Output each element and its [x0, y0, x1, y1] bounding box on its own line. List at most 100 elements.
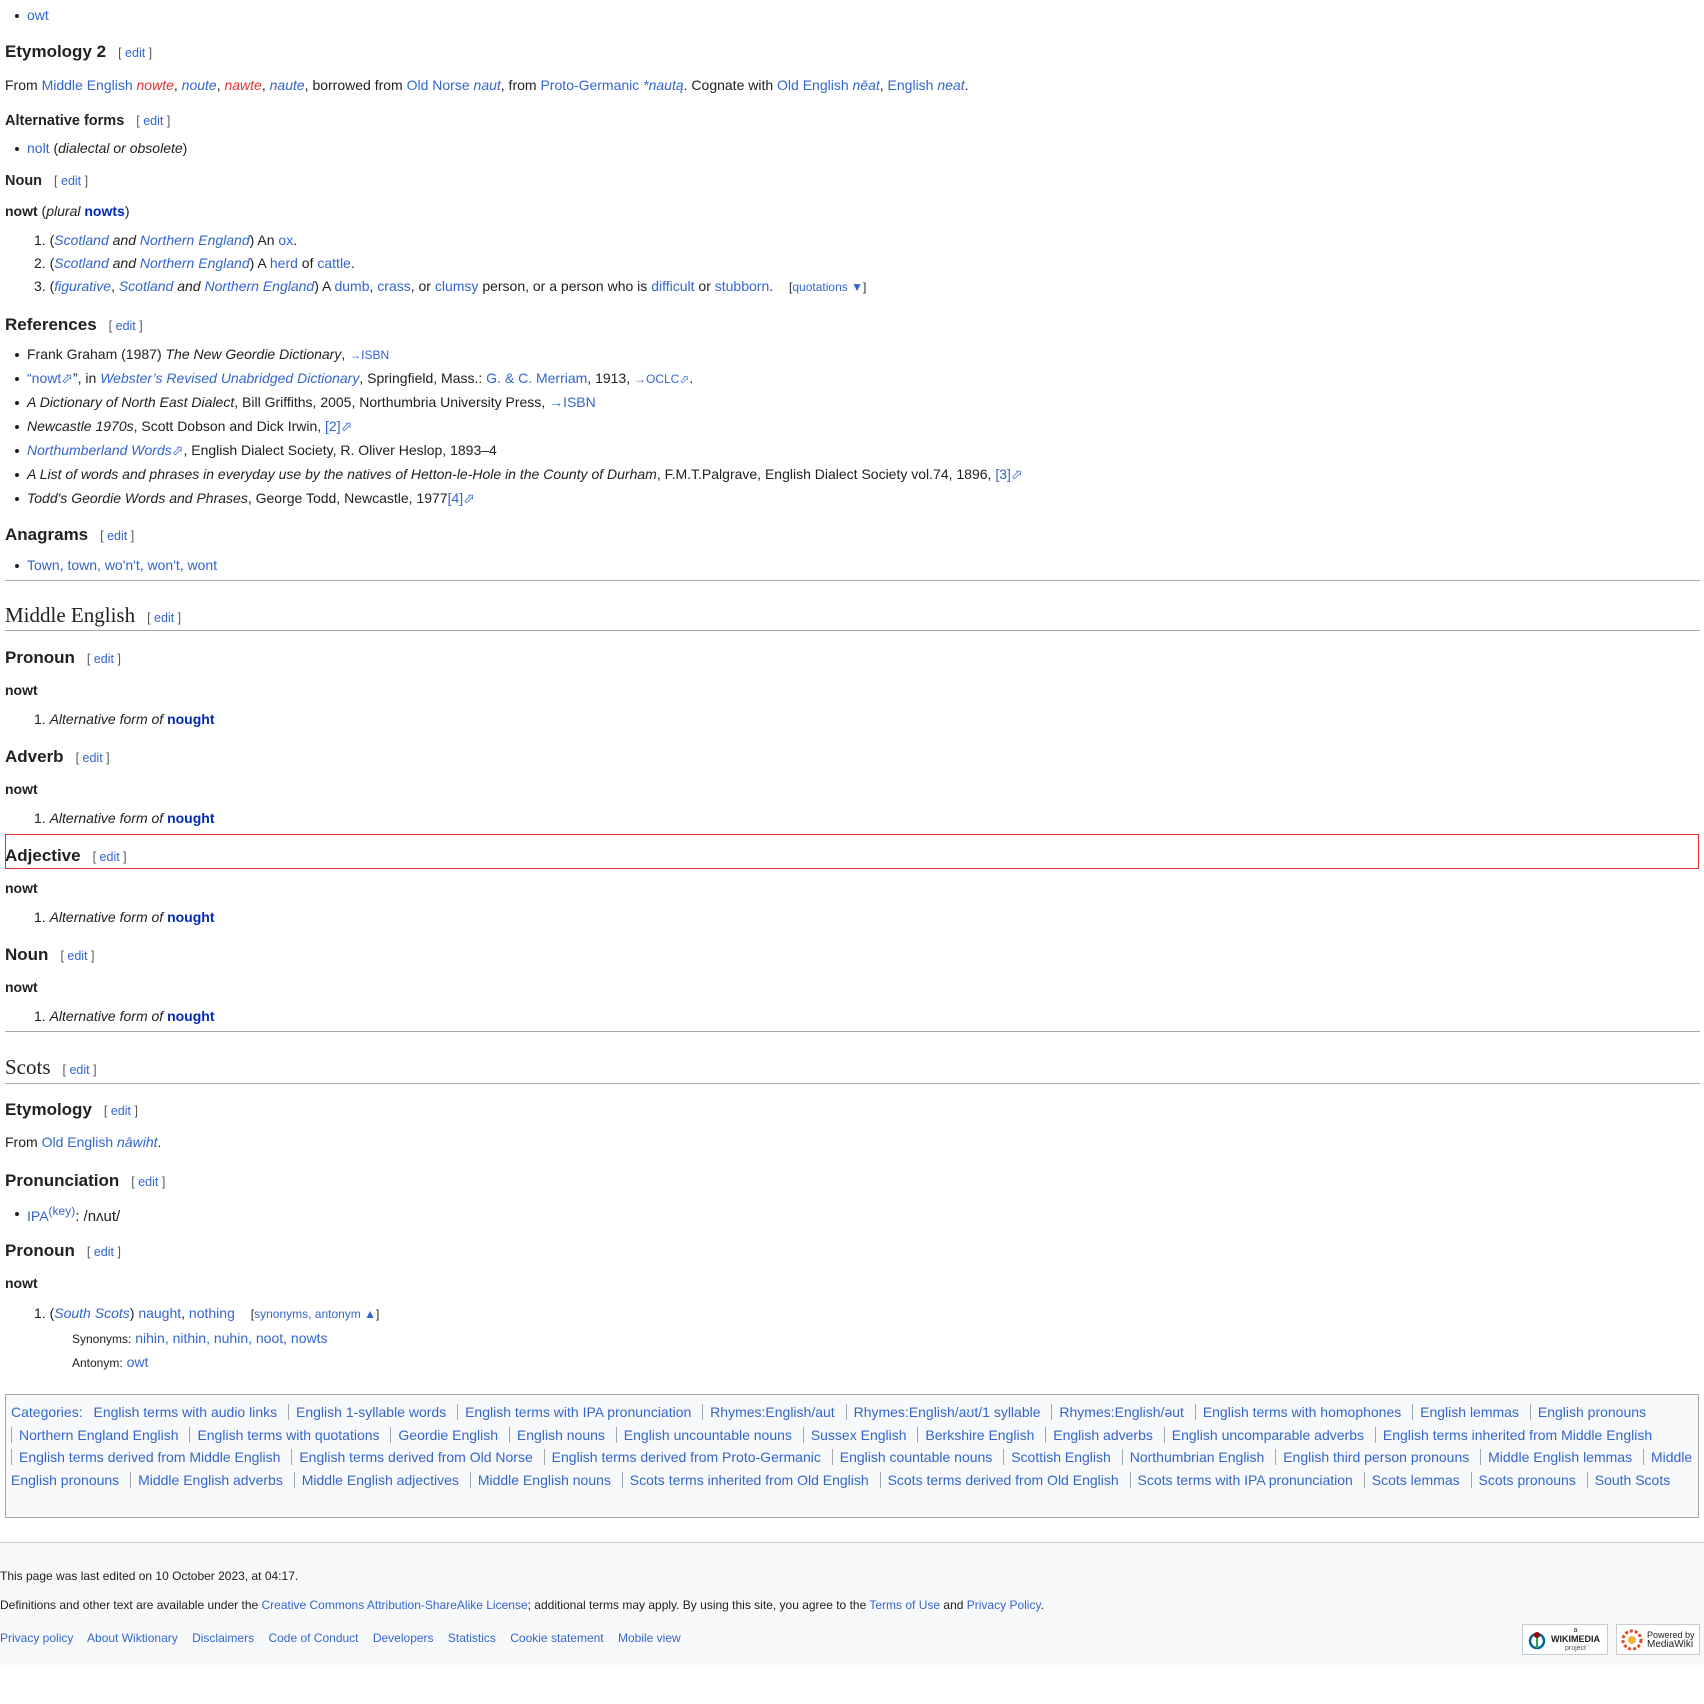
edit-link[interactable]: edit [100, 850, 120, 864]
link-owt[interactable]: owt [127, 1354, 149, 1370]
link-nowts[interactable]: nowts [84, 203, 124, 219]
category-link[interactable]: Middle English nouns [469, 1471, 618, 1488]
edit-link[interactable]: edit [94, 1245, 114, 1259]
link-naut[interactable]: naut [474, 77, 501, 93]
link-old-english[interactable]: Old English [777, 77, 849, 93]
footer-link[interactable]: About Wiktionary [87, 1631, 178, 1645]
category-link[interactable]: Middle English lemmas [1480, 1449, 1640, 1465]
link-oclc[interactable]: →OCLC [634, 372, 679, 386]
link-northern-england[interactable]: Northern England [204, 278, 314, 294]
anagram-links[interactable]: Town, town, wo'n't, won't, wont [27, 557, 217, 573]
category-link[interactable]: Rhymes:English/aut [702, 1404, 842, 1420]
category-link[interactable]: English 1-syllable words [288, 1404, 454, 1420]
category-link[interactable]: Scots terms inherited from Old English [621, 1471, 876, 1488]
link-naught[interactable]: naught [138, 1305, 181, 1321]
link-isbn[interactable]: →ISBN [549, 394, 596, 410]
category-link[interactable]: Scots terms with IPA pronunciation [1129, 1471, 1360, 1488]
category-link[interactable]: English terms with IPA pronunciation [457, 1404, 699, 1420]
link-northern-england[interactable]: Northern England [140, 255, 250, 271]
link-nolt[interactable]: nolt [27, 140, 50, 156]
category-link[interactable]: English countable nouns [831, 1449, 1000, 1465]
link-herd[interactable]: herd [270, 255, 298, 271]
category-link[interactable]: English pronouns [1529, 1404, 1654, 1420]
footer-link[interactable]: Privacy policy [0, 1631, 73, 1645]
link-south-scots[interactable]: South Scots [54, 1305, 130, 1321]
category-link[interactable]: Berkshire English [917, 1426, 1042, 1443]
category-link[interactable]: Rhymes:English/əut [1051, 1404, 1191, 1420]
link-old-english[interactable]: Old English [42, 1134, 114, 1150]
edit-link[interactable]: edit [69, 1063, 89, 1077]
link-nawte[interactable]: nawte [224, 77, 261, 93]
footer-link[interactable]: Disclaimers [192, 1631, 254, 1645]
license-link[interactable]: Creative Commons Attribution-ShareAlike … [262, 1598, 528, 1612]
edit-link[interactable]: edit [154, 611, 174, 625]
link-ref-4[interactable]: [4] [448, 490, 464, 506]
edit-link[interactable]: edit [116, 319, 136, 333]
link-northumberland-words[interactable]: Northumberland Words [27, 442, 172, 458]
synonyms-toggle[interactable]: synonyms, antonym ▲ [254, 1307, 376, 1321]
edit-link[interactable]: edit [94, 652, 114, 666]
category-link[interactable]: English terms derived from Middle Englis… [11, 1449, 288, 1465]
edit-link[interactable]: edit [111, 1104, 131, 1118]
wikimedia-badge[interactable]: a WIKIMEDIA project [1522, 1624, 1608, 1655]
category-link[interactable]: Geordie English [390, 1426, 506, 1443]
link-scotland[interactable]: Scotland [54, 232, 108, 248]
link-stubborn[interactable]: stubborn [715, 278, 769, 294]
category-link[interactable]: English third person pronouns [1275, 1449, 1477, 1465]
link-crass[interactable]: crass [377, 278, 410, 294]
category-link[interactable]: English lemmas [1412, 1404, 1526, 1420]
terms-link[interactable]: Terms of Use [869, 1598, 940, 1612]
link-figurative[interactable]: figurative [54, 278, 111, 294]
footer-link[interactable]: Code of Conduct [268, 1631, 358, 1645]
category-link[interactable]: English terms with quotations [189, 1426, 387, 1443]
link-english[interactable]: English [888, 77, 934, 93]
mediawiki-badge[interactable]: Powered by MediaWiki [1616, 1624, 1700, 1655]
category-link[interactable]: English terms derived from Old Norse [291, 1449, 540, 1465]
footer-link[interactable]: Cookie statement [510, 1631, 603, 1645]
footer-link[interactable]: Statistics [448, 1631, 496, 1645]
link-ref-3[interactable]: [3] [995, 466, 1011, 482]
link-merriam[interactable]: G. & C. Merriam [486, 370, 587, 386]
category-link[interactable]: Rhymes:English/aʊt/1 syllable [845, 1404, 1048, 1420]
footer-link[interactable]: Mobile view [618, 1631, 681, 1645]
link-ox[interactable]: ox [278, 232, 293, 248]
privacy-link[interactable]: Privacy Policy [967, 1598, 1041, 1612]
link-ipa[interactable]: IPA [27, 1208, 49, 1224]
link-cattle[interactable]: cattle [317, 255, 350, 271]
category-link[interactable]: English uncountable nouns [615, 1426, 799, 1443]
link-nought[interactable]: nought [167, 1008, 214, 1024]
link-nought[interactable]: nought [167, 711, 214, 727]
link-proto-germanic[interactable]: Proto-Germanic [540, 77, 639, 93]
quotations-toggle[interactable]: quotations ▼ [792, 280, 863, 294]
edit-link[interactable]: edit [143, 114, 163, 128]
category-link[interactable]: English terms inherited from Middle Engl… [1374, 1426, 1660, 1443]
link-scotland[interactable]: Scotland [119, 278, 173, 294]
link-nought[interactable]: nought [167, 909, 214, 925]
category-link[interactable]: Scottish English [1003, 1449, 1118, 1465]
edit-link[interactable]: edit [61, 174, 81, 188]
link-clumsy[interactable]: clumsy [435, 278, 479, 294]
edit-link[interactable]: edit [138, 1175, 158, 1189]
link-ref-2[interactable]: [2] [325, 418, 341, 434]
link-scotland[interactable]: Scotland [54, 255, 108, 271]
category-link[interactable]: Scots terms derived from Old English [879, 1471, 1126, 1488]
category-link[interactable]: Scots lemmas [1363, 1471, 1467, 1488]
edit-link[interactable]: edit [107, 529, 127, 543]
category-link[interactable]: English adverbs [1045, 1426, 1160, 1443]
link-nought[interactable]: nought [167, 810, 214, 826]
link-isbn[interactable]: →ISBN [349, 348, 389, 362]
link-nothing[interactable]: nothing [189, 1305, 235, 1321]
link-ipa-key[interactable]: (key) [49, 1204, 76, 1218]
category-link[interactable]: Sussex English [802, 1426, 914, 1443]
synonym-links[interactable]: nihin, nithin, nuhin, noot, nowts [135, 1330, 327, 1346]
link-neat-oe[interactable]: nēat [853, 77, 880, 93]
link-owt[interactable]: owt [27, 7, 49, 23]
category-link[interactable]: Middle English adverbs [130, 1471, 290, 1488]
link-old-norse[interactable]: Old Norse [407, 77, 470, 93]
category-link[interactable]: English terms with audio links [86, 1404, 284, 1420]
category-link[interactable]: Northern England English [11, 1426, 186, 1443]
category-link[interactable]: English terms derived from Proto-Germani… [543, 1449, 828, 1465]
link-nowt-external[interactable]: nowt [32, 370, 62, 386]
link-dumb[interactable]: dumb [334, 278, 369, 294]
footer-link[interactable]: Developers [373, 1631, 434, 1645]
